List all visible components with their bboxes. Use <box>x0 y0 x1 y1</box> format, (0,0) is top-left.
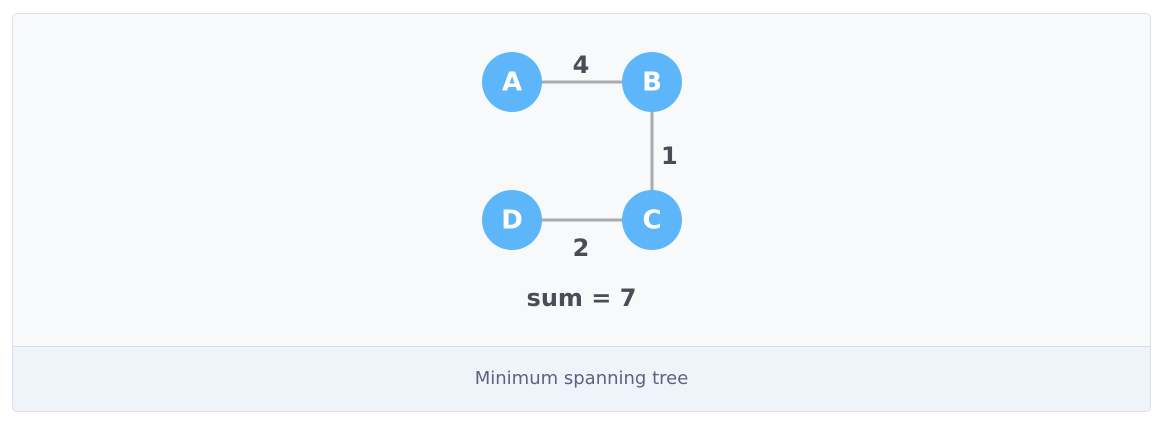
graph-figure: 4 1 2 A B C D sum = 7 <box>13 14 1150 346</box>
node-b: B <box>622 52 682 112</box>
edge-weight-b-c: 1 <box>661 142 678 170</box>
caption-bar: Minimum spanning tree <box>13 346 1150 411</box>
figure-caption: Minimum spanning tree <box>474 368 689 389</box>
node-label-c: C <box>642 206 661 236</box>
figure-card: 4 1 2 A B C D sum = 7 Minimum spanning tree <box>12 13 1151 412</box>
node-label-b: B <box>642 68 662 98</box>
node-d: D <box>482 190 542 250</box>
edge-weight-d-c: 2 <box>573 234 590 262</box>
sum-label: sum = 7 <box>526 284 637 312</box>
node-a: A <box>482 52 542 112</box>
node-label-a: A <box>502 68 522 98</box>
node-label-d: D <box>501 206 523 236</box>
edge-weight-a-b: 4 <box>573 51 590 79</box>
node-c: C <box>622 190 682 250</box>
